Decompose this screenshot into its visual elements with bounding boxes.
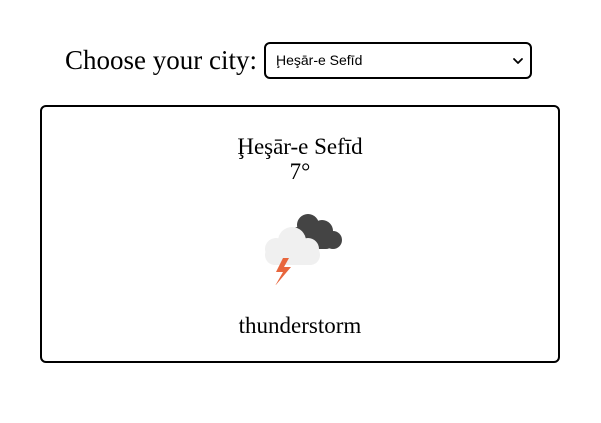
weather-city-name: Ḩeşār-e Sefīd — [237, 134, 363, 159]
city-picker-row: Choose your city: Ḩeşār-e Sefīd — [0, 40, 601, 80]
city-select[interactable]: Ḩeşār-e Sefīd — [263, 41, 532, 79]
thunderstorm-icon — [256, 209, 348, 286]
chevron-down-icon — [512, 54, 524, 66]
weather-condition: thunderstorm — [238, 313, 362, 338]
city-select-value: Ḩeşār-e Sefīd — [275, 52, 363, 68]
weather-card: Ḩeşār-e Sefīd 7° thunderstorm — [40, 105, 560, 363]
weather-temperature: 7° — [289, 159, 311, 184]
city-picker-label: Choose your city: — [65, 45, 257, 75]
